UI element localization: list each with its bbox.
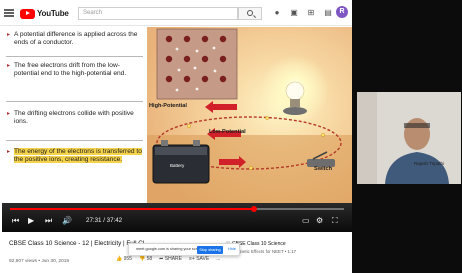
avatar[interactable]: R <box>336 6 348 18</box>
youtube-logo[interactable]: YouTube <box>20 8 69 19</box>
fullscreen-icon[interactable]: ⛶ <box>332 216 338 226</box>
progress-bar[interactable] <box>10 206 344 212</box>
youtube-top-bar: YouTube Search ● ▣ ⊞ ▤ ♪ R <box>0 0 352 26</box>
microphone-icon[interactable]: ● <box>272 7 282 18</box>
high-potential-label: High-Potential <box>149 103 187 109</box>
hide-button[interactable]: Hide <box>228 247 236 251</box>
video-meta: 92,907 views • Jun 30, 2019 <box>9 259 70 264</box>
screen-share-bar: meet.google.com is sharing your screen. … <box>128 243 240 256</box>
subtitles-icon[interactable]: ▭ <box>302 216 310 226</box>
dislike-count: 58 <box>146 256 153 262</box>
progress-fill <box>10 208 254 210</box>
time-display: 27:31 / 37:42 <box>86 217 123 224</box>
slide-bullet: The drifting electrons collide with posi… <box>7 110 143 127</box>
presenter-name: Rajesh Tripathi <box>414 161 445 166</box>
suggestion-title[interactable]: CBSE Class 10 Science <box>232 241 286 247</box>
create-video-icon[interactable]: ▣ <box>289 7 299 18</box>
switch-label: Switch <box>314 166 333 172</box>
search-icon <box>247 10 253 16</box>
screen: YouTube Search ● ▣ ⊞ ▤ ♪ R A potential d… <box>0 0 462 273</box>
volume-icon[interactable]: 🔊 <box>62 216 72 226</box>
search-button[interactable] <box>238 7 262 20</box>
suggestion-subtitle: Magnetic Effects for NEET • 1:17 <box>232 249 297 254</box>
divider <box>6 56 143 57</box>
video-player[interactable]: A potential difference is applied across… <box>2 27 352 232</box>
save-button[interactable]: ≡+ SAVE <box>189 256 209 262</box>
youtube-logo-text: YouTube <box>37 9 69 18</box>
divider <box>6 140 143 141</box>
next-icon[interactable]: ⏭ <box>45 216 52 226</box>
divider <box>6 101 143 102</box>
circuit-animation: High-Potential Low-Potential Switch Batt… <box>147 27 352 203</box>
progress-scrubber[interactable] <box>250 206 257 212</box>
low-potential-label: Low-Potential <box>209 129 246 135</box>
slide-bullet: A potential difference is applied across… <box>7 31 143 48</box>
screen-share-text: meet.google.com is sharing your screen. <box>136 247 205 251</box>
search-input[interactable]: Search <box>78 7 238 20</box>
circuit-illustration <box>147 27 352 203</box>
video-actions: 👍 955 👎 58 ➦ SHARE ≡+ SAVE ... <box>116 256 220 262</box>
previous-icon[interactable]: ⏮ <box>12 216 19 226</box>
save-label: SAVE <box>196 256 210 262</box>
messages-icon[interactable]: ▤ <box>323 7 333 18</box>
like-count: 955 <box>123 256 132 262</box>
youtube-play-icon <box>20 8 35 19</box>
slide-text-panel: A potential difference is applied across… <box>2 27 147 203</box>
apps-grid-icon[interactable]: ⊞ <box>306 7 316 18</box>
share-label: SHARE <box>164 256 182 262</box>
presenter-video <box>357 92 461 184</box>
settings-gear-icon[interactable]: ⚙ <box>316 216 323 226</box>
battery-label: Battery <box>170 163 185 168</box>
webcam-video: Rajesh Tripathi <box>357 92 461 184</box>
play-icon[interactable]: ▶ <box>28 216 34 226</box>
more-button[interactable]: ... <box>216 256 220 262</box>
slide-bullet: The free electrons drift from the low-po… <box>7 62 143 79</box>
stop-sharing-button[interactable]: Stop sharing <box>197 246 223 254</box>
dislike-button[interactable]: 👎 58 <box>139 256 152 262</box>
highlighted-text: The energy of the electrons is transferr… <box>14 148 142 164</box>
hamburger-menu-icon[interactable] <box>4 9 14 17</box>
share-button[interactable]: ➦ SHARE <box>159 256 182 262</box>
video-title: CBSE Class 10 Science - 12 | Electricity… <box>9 240 145 247</box>
slide-bullet-highlighted: The energy of the electrons is transferr… <box>7 148 143 165</box>
like-button[interactable]: 👍 955 <box>116 256 132 262</box>
